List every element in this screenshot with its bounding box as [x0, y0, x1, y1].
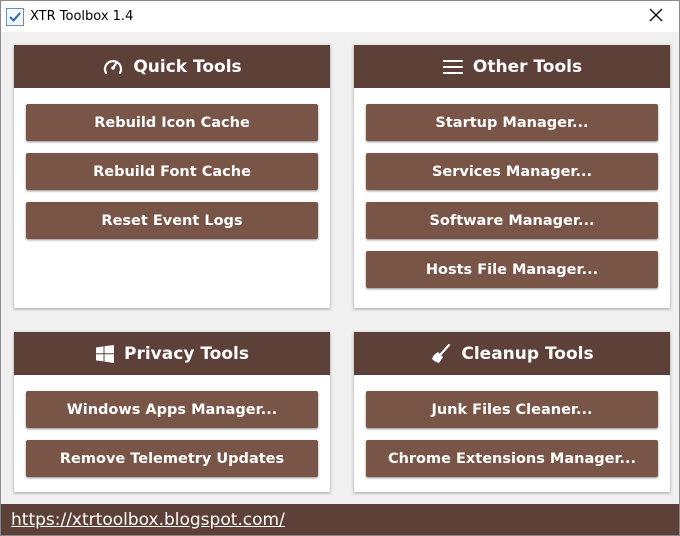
junk-files-cleaner-button[interactable]: Junk Files Cleaner...	[366, 391, 658, 428]
broom-icon	[430, 343, 452, 365]
services-manager-button[interactable]: Services Manager...	[366, 153, 658, 190]
quick-tools-title: Quick Tools	[133, 56, 242, 77]
close-icon	[649, 7, 663, 26]
privacy-tools-panel: Privacy Tools Windows Apps Manager... Re…	[14, 332, 330, 492]
privacy-tools-title: Privacy Tools	[124, 343, 249, 364]
cleanup-tools-panel: Cleanup Tools Junk Files Cleaner... Chro…	[354, 332, 670, 492]
quick-tools-panel: Quick Tools Rebuild Icon Cache Rebuild F…	[14, 45, 330, 308]
close-button[interactable]	[633, 1, 679, 32]
quick-tools-header: Quick Tools	[14, 45, 330, 88]
app-window: XTR Toolbox 1.4 Quick Tools Rebuild Icon…	[0, 0, 680, 536]
chrome-extensions-manager-button[interactable]: Chrome Extensions Manager...	[366, 440, 658, 477]
main-content: Quick Tools Rebuild Icon Cache Rebuild F…	[1, 32, 679, 504]
hosts-file-manager-button[interactable]: Hosts File Manager...	[366, 251, 658, 288]
title-bar[interactable]: XTR Toolbox 1.4	[1, 1, 679, 32]
speedometer-icon	[102, 56, 124, 78]
rebuild-icon-cache-button[interactable]: Rebuild Icon Cache	[26, 104, 318, 141]
website-link[interactable]: https://xtrtoolbox.blogspot.com/	[11, 510, 285, 530]
reset-event-logs-button[interactable]: Reset Event Logs	[26, 202, 318, 239]
cleanup-tools-header: Cleanup Tools	[354, 332, 670, 375]
privacy-tools-header: Privacy Tools	[14, 332, 330, 375]
windows-apps-manager-button[interactable]: Windows Apps Manager...	[26, 391, 318, 428]
other-tools-title: Other Tools	[472, 56, 583, 77]
footer-bar: https://xtrtoolbox.blogspot.com/	[1, 504, 679, 535]
windows-icon	[95, 344, 115, 364]
rebuild-font-cache-button[interactable]: Rebuild Font Cache	[26, 153, 318, 190]
other-tools-panel: Other Tools Startup Manager... Services …	[354, 45, 670, 308]
startup-manager-button[interactable]: Startup Manager...	[366, 104, 658, 141]
remove-telemetry-updates-button[interactable]: Remove Telemetry Updates	[26, 440, 318, 477]
software-manager-button[interactable]: Software Manager...	[366, 202, 658, 239]
menu-icon	[442, 58, 464, 76]
checkbox-app-icon	[6, 7, 24, 26]
window-title: XTR Toolbox 1.4	[30, 9, 134, 24]
other-tools-header: Other Tools	[354, 45, 670, 88]
cleanup-tools-title: Cleanup Tools	[461, 343, 594, 364]
